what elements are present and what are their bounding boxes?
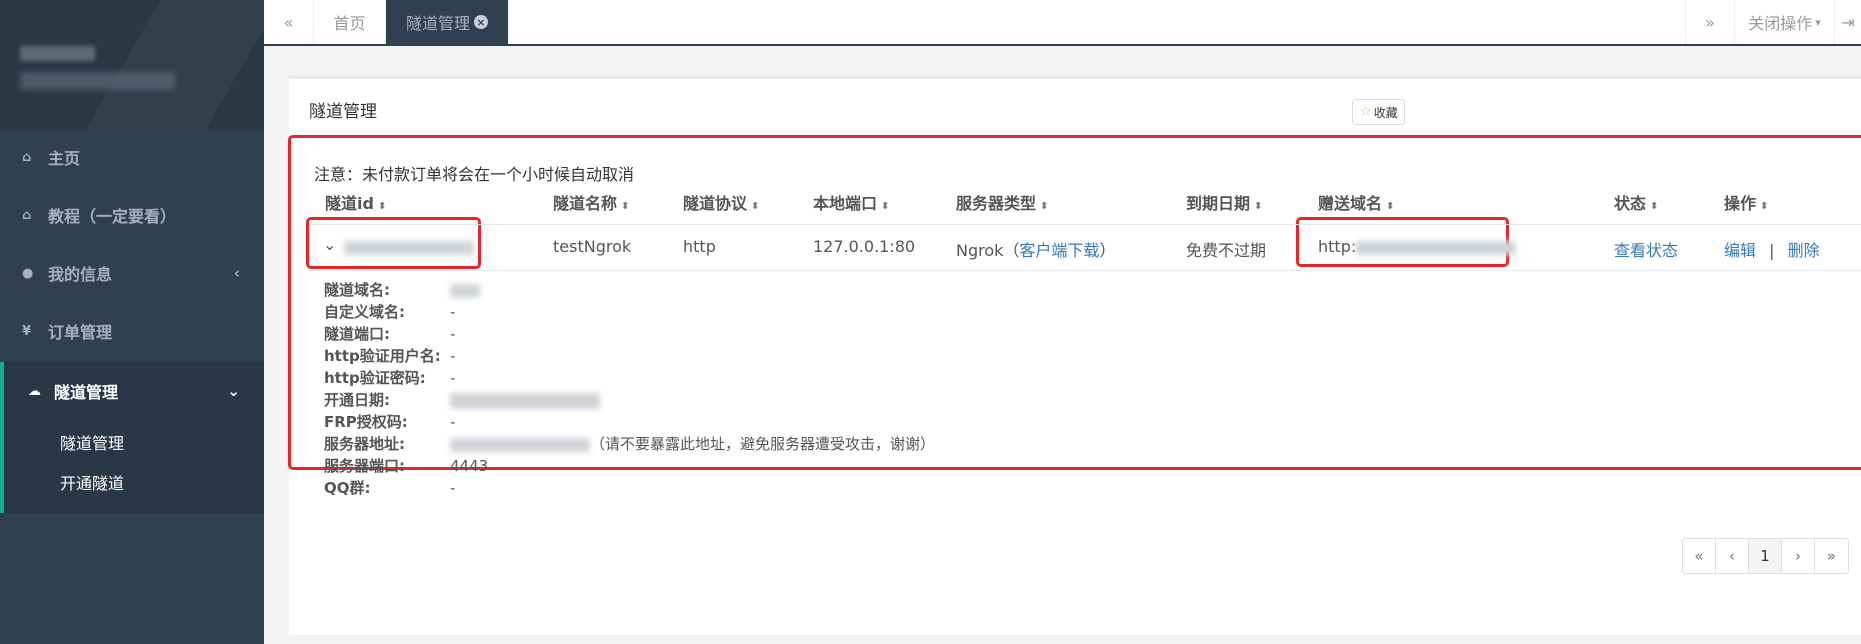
chevron-down-icon: ⌄ xyxy=(227,382,240,400)
tabs-back-button[interactable]: « xyxy=(264,0,314,44)
server-type-value: Ngrok（客户端下载） xyxy=(956,241,1116,260)
double-right-icon: » xyxy=(1705,12,1715,32)
detail-row: 服务器端口: 4443 xyxy=(324,457,489,475)
blurred-logo xyxy=(20,46,95,61)
sidebar-item-my-info[interactable]: ● 我的信息 ‹ xyxy=(0,244,264,302)
tunnel-panel: 隧道管理 ☆ 收藏 注意：未付款订单将会在一个小时候自动取消 隧道id ⬍ 隧道名… xyxy=(288,75,1861,635)
sign-out-icon: ⇥ xyxy=(1841,12,1855,32)
subnav-item-open-tunnel[interactable]: 开通隧道 xyxy=(60,470,124,494)
pagination: « ‹ 1 › » xyxy=(1682,538,1849,574)
table-divider xyxy=(309,224,1861,225)
client-download-link[interactable]: 客户端下载 xyxy=(1019,241,1099,260)
home-icon: ⌂ xyxy=(22,149,32,165)
view-status-link[interactable]: 查看状态 xyxy=(1614,237,1678,261)
column-header-id[interactable]: 隧道id ⬍ xyxy=(325,190,386,214)
column-header-status[interactable]: 状态 ⬍ xyxy=(1614,190,1658,214)
expand-row-button[interactable]: ⌄ xyxy=(323,235,336,254)
sidebar-item-tutorial[interactable]: ⌂ 教程（一定要看） xyxy=(0,186,264,244)
yen-icon: ¥ xyxy=(22,323,32,339)
sidebar-item-tunnels[interactable]: ☁ 隧道管理 ⌄ xyxy=(0,362,264,420)
close-icon[interactable]: × xyxy=(474,15,488,29)
blurred-value xyxy=(450,392,600,409)
column-header-expiry[interactable]: 到期日期 ⬍ xyxy=(1186,190,1262,214)
tunnel-protocol-value: http xyxy=(683,237,716,256)
cloud-icon: ☁ xyxy=(28,383,41,399)
detail-row: http验证用户名: - xyxy=(324,347,456,365)
column-header-domain[interactable]: 赠送域名 ⬍ xyxy=(1318,190,1394,214)
sidebar-item-label: 主页 xyxy=(48,149,81,168)
detail-row: 自定义域名: - xyxy=(324,303,456,321)
annotation-box-table xyxy=(288,135,1861,470)
column-header-name[interactable]: 隧道名称 ⬍ xyxy=(553,190,629,214)
column-header-server-type[interactable]: 服务器类型 ⬍ xyxy=(956,190,1048,214)
blurred-id xyxy=(344,240,474,255)
chevron-left-icon: ‹ xyxy=(233,264,240,282)
local-port-value: 127.0.0.1:80 xyxy=(813,237,916,256)
sort-icon: ⬍ xyxy=(751,201,760,212)
sidebar-subnav: 隧道管理 开通隧道 xyxy=(0,420,264,513)
gift-domain-value[interactable]: http: xyxy=(1318,237,1517,256)
user-icon: ● xyxy=(22,265,34,281)
sort-icon: ⬍ xyxy=(1760,201,1769,212)
tunnel-name-value: testNgrok xyxy=(553,237,632,256)
sidebar-item-label: 隧道管理 xyxy=(54,383,119,402)
page-number-button[interactable]: 1 xyxy=(1749,539,1782,573)
favorite-button[interactable]: ☆ 收藏 xyxy=(1352,99,1405,125)
close-operations-dropdown[interactable]: 关闭操作 ▾ xyxy=(1735,0,1835,44)
column-header-local-port[interactable]: 本地端口 ⬍ xyxy=(813,190,889,214)
sort-icon: ⬍ xyxy=(1040,201,1049,212)
blurred-value xyxy=(450,437,590,452)
column-header-protocol[interactable]: 隧道协议 ⬍ xyxy=(683,190,759,214)
row-actions: 编辑 | 删除 xyxy=(1724,241,1820,260)
page-prev-button[interactable]: ‹ xyxy=(1716,539,1749,573)
tunnel-id-value xyxy=(344,237,474,256)
sort-icon: ⬍ xyxy=(377,201,387,212)
detail-row: 服务器地址: （请不要暴露此地址，避免服务器遭受攻击，谢谢） xyxy=(324,435,936,453)
chevron-down-icon: ⌄ xyxy=(323,235,337,254)
page-first-button[interactable]: « xyxy=(1683,539,1716,573)
sidebar-item-label: 订单管理 xyxy=(48,323,113,342)
sort-icon: ⬍ xyxy=(881,201,890,212)
sidebar-item-orders[interactable]: ¥ 订单管理 xyxy=(0,302,264,360)
detail-row: 隧道端口: - xyxy=(324,325,456,343)
sidebar-item-home[interactable]: ⌂ 主页 xyxy=(0,128,264,186)
table-divider xyxy=(309,270,1861,271)
double-left-icon: « xyxy=(283,12,294,32)
logout-button[interactable]: ⇥ xyxy=(1835,0,1861,44)
detail-row: 隧道域名: xyxy=(324,279,480,300)
notice-text: 注意：未付款订单将会在一个小时候自动取消 xyxy=(314,165,635,184)
tab-home[interactable]: 首页 xyxy=(314,0,386,44)
home-icon: ⌂ xyxy=(22,207,32,223)
page-next-button[interactable]: › xyxy=(1782,539,1815,573)
detail-row: QQ群: - xyxy=(324,479,456,497)
sort-icon: ⬍ xyxy=(1650,201,1659,212)
star-icon: ☆ xyxy=(1359,104,1372,120)
sort-icon: ⬍ xyxy=(1386,201,1395,212)
edit-link[interactable]: 编辑 xyxy=(1724,241,1756,260)
sort-icon: ⬍ xyxy=(1254,201,1263,212)
subnav-item-tunnel-manage[interactable]: 隧道管理 xyxy=(60,430,124,454)
top-tabbar: « 首页 隧道管理 × » 关闭操作 ▾ ⇥ xyxy=(264,0,1861,46)
tabs-forward-button[interactable]: » xyxy=(1685,0,1735,44)
delete-link[interactable]: 删除 xyxy=(1788,241,1820,260)
column-header-actions[interactable]: 操作 ⬍ xyxy=(1724,190,1768,214)
page-last-button[interactable]: » xyxy=(1815,539,1848,573)
blurred-domain xyxy=(1356,240,1517,255)
blurred-value xyxy=(450,283,480,298)
blurred-username xyxy=(20,72,175,90)
sort-icon: ⬍ xyxy=(621,201,630,212)
sidebar-item-label: 教程（一定要看） xyxy=(48,207,177,226)
detail-row: 开通日期: xyxy=(324,389,600,410)
profile-header xyxy=(0,0,264,130)
panel-title: 隧道管理 xyxy=(309,102,377,122)
tab-tunnel-manage[interactable]: 隧道管理 × xyxy=(386,0,509,44)
sidebar-item-label: 我的信息 xyxy=(48,265,113,284)
expiry-value: 免费不过期 xyxy=(1186,241,1267,260)
detail-row: http验证密码: - xyxy=(324,369,456,387)
detail-row: FRP授权码: - xyxy=(324,413,456,431)
caret-down-icon: ▾ xyxy=(1815,15,1821,29)
sidebar: ⌂ 主页 ⌂ 教程（一定要看） ● 我的信息 ‹ ¥ 订单管理 ☁ 隧道管理 ⌄… xyxy=(0,0,264,644)
